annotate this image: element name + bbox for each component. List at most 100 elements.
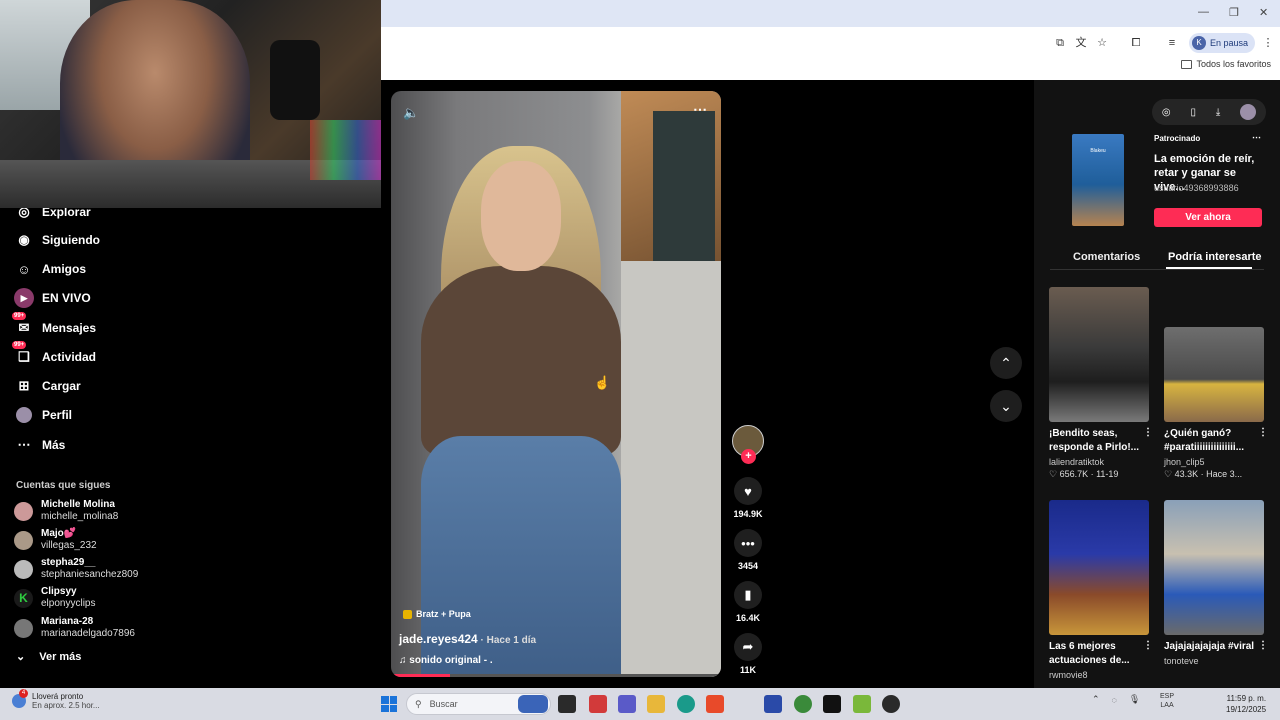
all-bookmarks-button[interactable]: Todos los favoritos <box>1181 59 1271 69</box>
avatar: K <box>14 588 33 608</box>
card-more-icon[interactable]: ⋮ <box>1258 640 1268 651</box>
nav-following[interactable]: ◉ Siguiendo <box>14 230 100 250</box>
card-stats: ♡ 656.7K · 11-19 <box>1049 469 1119 479</box>
comment-button[interactable]: ••• 3454 <box>730 529 766 571</box>
volume-icon[interactable]: 🔈 <box>403 105 419 121</box>
user-avatar[interactable] <box>1240 104 1257 120</box>
like-button[interactable]: ♥ 194.9K <box>730 477 766 519</box>
profile-avatar: K <box>1192 36 1206 50</box>
translate-icon[interactable]: 文 <box>1074 36 1088 50</box>
capcut-icon[interactable] <box>823 695 841 713</box>
following-accounts-title: Cuentas que sigues <box>16 480 111 491</box>
followed-account[interactable]: Michelle Molina michelle_molina8 <box>14 499 118 523</box>
video-scene-glass <box>653 111 715 261</box>
previous-video-button[interactable]: ⌃ <box>990 347 1022 379</box>
tray-app-icon[interactable]: ◌ <box>1112 695 1117 705</box>
microphone-icon[interactable]: 🎙 <box>1129 694 1140 705</box>
tab-suggested[interactable]: Podría interesarte <box>1168 251 1262 263</box>
music-tag[interactable]: Bratz + Pupa <box>403 609 471 619</box>
suggested-video-card[interactable]: ⋮ Las 6 mejores actuaciones de... rwmovi… <box>1049 500 1153 680</box>
nav-live[interactable]: ▸ EN VIVO <box>14 288 91 308</box>
follow-plus-icon[interactable]: + <box>741 449 756 464</box>
see-more-button[interactable]: ⌄ Ver más <box>16 650 82 664</box>
windows-start-button[interactable] <box>381 696 397 712</box>
close-window-button[interactable]: ✕ <box>1259 6 1268 19</box>
system-tray: ⌃ ◌ 🎙 <box>1092 694 1140 705</box>
nav-label: Mensajes <box>42 321 97 335</box>
suggested-video-card[interactable]: ⋮ ¡Bendito seas, responde a Pirlo!... la… <box>1049 287 1153 480</box>
teams-icon[interactable] <box>618 695 636 713</box>
app-red-icon[interactable] <box>589 695 607 713</box>
followed-account[interactable]: Majo💕 villegas_232 <box>14 528 97 552</box>
video-scene-top <box>421 266 621 456</box>
nav-label: Cargar <box>42 379 81 393</box>
card-more-icon[interactable]: ⋮ <box>1143 427 1153 438</box>
maximize-button[interactable]: ❐ <box>1229 6 1239 19</box>
save-button[interactable]: ▮ 16.4K <box>730 581 766 623</box>
cast-icon[interactable]: ⧉ <box>1053 36 1067 50</box>
app-green-icon[interactable] <box>853 695 871 713</box>
nav-profile[interactable]: Perfil <box>14 405 72 425</box>
extensions-icon[interactable]: ⧠ <box>1129 36 1143 50</box>
weather-line-2: En aprox. 2.5 hor... <box>32 701 100 710</box>
browser-chrome: — ❐ ✕ ⧉ 文 ☆ ⧠ ≡ K En pausa ⋮ Todos los f… <box>381 0 1280 80</box>
video-author[interactable]: jade.reyes424 · Hace 1 día <box>399 632 536 646</box>
weather-widget[interactable]: 4 Lloverá pronto En aprox. 2.5 hor... <box>12 689 100 710</box>
language-indicator[interactable]: ESP LAA <box>1160 692 1174 710</box>
obs-icon[interactable] <box>882 695 900 713</box>
nav-activity[interactable]: ❑ 99+ Actividad <box>12 341 96 367</box>
suggested-video-card[interactable]: ⋮ Jajajajajajaja #viral tonoteve <box>1164 500 1268 666</box>
account-name: Michelle Molina <box>41 499 115 510</box>
download-icon[interactable]: ⤓ <box>1216 107 1220 118</box>
share-button[interactable]: ➦ 11K <box>730 633 766 675</box>
heart-icon: ♥ <box>734 477 762 505</box>
nav-messages[interactable]: ✉ 99+ Mensajes <box>12 312 97 338</box>
mouse-cursor-icon: ☝ <box>594 375 611 390</box>
next-video-button[interactable]: ⌄ <box>990 390 1022 422</box>
nav-more[interactable]: ⋯ Más <box>14 435 66 455</box>
brave-icon[interactable] <box>706 695 724 713</box>
video-progress-bar[interactable] <box>391 674 721 677</box>
ad-cta-button[interactable]: Ver ahora <box>1154 208 1262 227</box>
followed-account[interactable]: stepha29__ stephaniesanchez809 <box>14 557 138 581</box>
tray-overflow-icon[interactable]: ⌃ <box>1092 694 1100 705</box>
profile-chip[interactable]: K En pausa <box>1189 33 1255 53</box>
nav-upload[interactable]: ⊞ Cargar <box>14 376 81 396</box>
ad-more-icon[interactable]: ⋯ <box>1252 132 1261 143</box>
video-more-icon[interactable]: ⋯ <box>693 101 707 118</box>
taskbar-clock[interactable]: 11:59 p. m. 19/12/2025 <box>1226 693 1266 715</box>
file-explorer-icon[interactable] <box>647 695 665 713</box>
chrome-icon[interactable] <box>794 695 812 713</box>
suggested-video-card[interactable]: ⋮ ¿Quién ganó? #paratiiiiiiiiiiiiiii... … <box>1164 327 1268 480</box>
followed-account[interactable]: K Clipsyy elponyyclips <box>14 586 95 610</box>
followed-account[interactable]: Mariana-28 marianadelgado7896 <box>14 616 135 640</box>
tab-divider <box>1050 269 1264 270</box>
profile-icon <box>14 405 34 425</box>
video-player[interactable]: 🔈 ⋯ Bratz + Pupa jade.reyes424 · Hace 1 … <box>391 91 721 677</box>
nav-friends[interactable]: ☺ Amigos <box>14 259 86 279</box>
device-icon[interactable]: ▯ <box>1190 107 1196 118</box>
card-stats: ♡ 43.3K · Hace 3... <box>1164 469 1243 479</box>
author-name[interactable]: jade.reyes424 <box>399 632 478 646</box>
edge-icon[interactable] <box>677 695 695 713</box>
bookmark-star-icon[interactable]: ☆ <box>1095 36 1109 50</box>
browser-menu-icon[interactable]: ⋮ <box>1261 36 1275 50</box>
tab-comments[interactable]: Comentarios <box>1073 251 1140 263</box>
see-more-label: Ver más <box>39 650 82 663</box>
task-view-icon[interactable] <box>558 695 576 713</box>
ad-thumbnail[interactable]: Blakeu <box>1072 134 1124 226</box>
video-thumbnail <box>1164 500 1264 635</box>
card-more-icon[interactable]: ⋮ <box>1258 427 1268 438</box>
weather-icon: 4 <box>12 689 28 708</box>
widgets-icon[interactable] <box>518 695 548 713</box>
card-more-icon[interactable]: ⋮ <box>1143 640 1153 651</box>
store-icon[interactable] <box>764 695 782 713</box>
music-note-icon: ♫ <box>399 655 407 666</box>
nav-label: EN VIVO <box>42 291 91 305</box>
compass-icon[interactable]: ◎ <box>1162 107 1171 118</box>
video-sound[interactable]: ♫ sonido original - . <box>399 655 493 666</box>
following-icon: ◉ <box>18 232 30 247</box>
ad-user[interactable]: usuario49368993886 <box>1154 183 1239 193</box>
media-control-icon[interactable]: ≡ <box>1165 36 1179 50</box>
minimize-button[interactable]: — <box>1198 6 1209 18</box>
